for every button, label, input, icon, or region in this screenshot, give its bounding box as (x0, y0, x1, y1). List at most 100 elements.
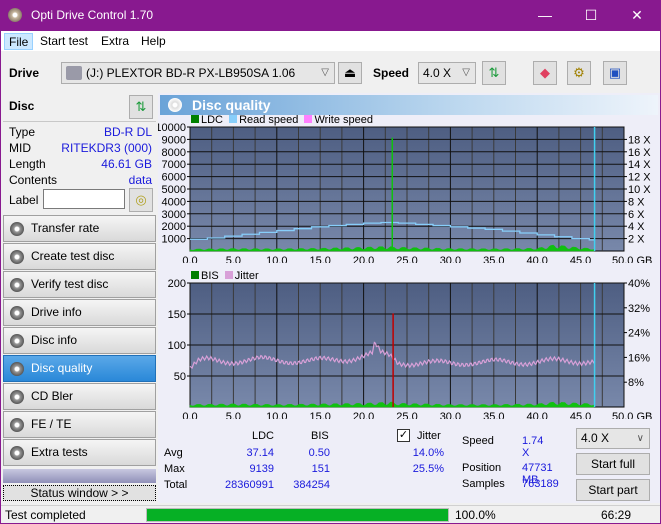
x-tick-label: 50.0 GB (612, 255, 652, 263)
nav-verify-test-disc[interactable]: Verify test disc (3, 271, 156, 298)
disc-gear-icon (10, 222, 24, 236)
disc-label-button[interactable]: ◎ (129, 188, 153, 212)
y-left-tick-label: 150 (168, 309, 186, 321)
close-button[interactable]: ✕ (614, 0, 660, 31)
y-right-tick-label: 8% (628, 377, 644, 389)
x-tick-label: 40.0 (526, 255, 547, 263)
disc-gear-icon (10, 278, 24, 292)
disc-info-box: Disc ⇅ Type BD-R DL MID RITEKDR3 (000) L… (3, 93, 156, 213)
nav-label: Disc info (31, 333, 78, 347)
nav-create-test-disc[interactable]: Create test disc (3, 243, 156, 270)
title-bar: Opti Drive Control 1.70 — ☐ ✕ (1, 0, 660, 31)
legend-swatch-write (304, 115, 313, 123)
nav-disc-quality[interactable]: Disc quality (3, 355, 156, 382)
save-button[interactable]: ▣ (603, 61, 627, 85)
refresh-arrows-icon: ⇅ (135, 99, 147, 114)
y-left-tick-label: 50 (174, 371, 186, 383)
y-right-tick-label: 16 X (628, 147, 651, 159)
disc-gear-icon (10, 390, 24, 404)
speed-value: 1.74 X (522, 435, 544, 459)
chevron-down-icon: ▽ (321, 67, 329, 78)
nav-fe-te[interactable]: FE / TE (3, 411, 156, 438)
legend-swatch-ldc (191, 115, 199, 123)
x-tick-label: 30.0 (440, 411, 461, 419)
total-label: Total (164, 479, 188, 491)
drive-select[interactable]: (J:) PLEXTOR BD-R PX-LB950SA 1.06 ▽ (61, 62, 335, 84)
samples-label: Samples (462, 478, 505, 490)
disc-gear-icon (10, 306, 24, 320)
menu-file[interactable]: File (4, 33, 34, 50)
x-tick-label: 25.0 (396, 411, 417, 419)
status-window-button[interactable]: Status window > > (3, 485, 156, 501)
y-right-tick-label: 18 X (628, 134, 651, 146)
y-right-tick-label: 12 X (628, 172, 651, 184)
y-left-tick-label: 10000 (158, 123, 186, 134)
x-tick-label: 15.0 (309, 411, 330, 419)
app-disc-icon (8, 8, 22, 22)
contents-value: data (128, 173, 152, 187)
refresh-button[interactable]: ⇅ (482, 61, 506, 85)
samples-value: 763189 (522, 478, 559, 490)
speed-label: Speed (462, 435, 494, 447)
nav-transfer-rate[interactable]: Transfer rate (3, 215, 156, 242)
y-left-tick-label: 3000 (162, 209, 186, 221)
mid-value: RITEKDR3 (000) (61, 141, 152, 155)
nav-extra-tests[interactable]: Extra tests (3, 439, 156, 466)
label-input[interactable] (43, 189, 125, 209)
status-text: Test completed (5, 508, 86, 522)
x-tick-label: 15.0 (309, 255, 330, 263)
settings-button[interactable]: ⚙ (567, 61, 591, 85)
drive-label: Drive (9, 66, 40, 80)
floppy-disk-icon: ▣ (608, 65, 622, 80)
nav-label: Disc quality (31, 361, 93, 375)
disc-gear-icon (10, 250, 24, 264)
total-bis: 384254 (293, 479, 330, 491)
type-value: BD-R DL (103, 125, 152, 139)
col-bis: BIS (311, 430, 329, 442)
maximize-button[interactable]: ☐ (568, 0, 614, 31)
nav-cd-bler[interactable]: CD Bler (3, 383, 156, 410)
nav-label: FE / TE (31, 417, 72, 431)
test-speed-select[interactable]: 4.0 X ∨ (576, 428, 650, 449)
menu-help[interactable]: Help (137, 33, 170, 50)
y-left-tick-label: 200 (168, 279, 186, 290)
nav-footer (3, 469, 156, 483)
x-tick-label: 45.0 (570, 255, 591, 263)
y-right-tick-label: 6 X (628, 209, 645, 221)
avg-jitter: 14.0% (412, 447, 444, 459)
erase-button[interactable]: ◆ (533, 61, 557, 85)
disc-gear-icon (10, 418, 24, 432)
menu-start-test[interactable]: Start test (36, 33, 92, 50)
eject-icon: ⏏ (343, 65, 357, 80)
start-part-button[interactable]: Start part (576, 479, 650, 501)
menu-extra[interactable]: Extra (97, 33, 133, 50)
x-tick-label: 30.0 (440, 255, 461, 263)
legend-swatch-bis (191, 271, 199, 279)
y-left-tick-label: 5000 (162, 184, 186, 196)
y-right-tick-label: 16% (628, 352, 650, 364)
max-ldc: 9139 (249, 463, 274, 475)
disc-refresh-button[interactable]: ⇅ (129, 95, 153, 119)
panel-header: Disc quality (160, 95, 658, 115)
divider (3, 121, 156, 122)
x-tick-label: 50.0 GB (612, 411, 652, 419)
y-right-tick-label: 4 X (628, 221, 645, 233)
speed-select[interactable]: 4.0 X ▽ (418, 62, 476, 84)
nav-disc-info[interactable]: Disc info (3, 327, 156, 354)
nav-label: Verify test disc (31, 277, 109, 291)
avg-bis: 0.50 (308, 447, 330, 459)
ldc-chart: 1000090008000700060005000400030002000100… (158, 123, 652, 263)
start-full-button[interactable]: Start full (576, 453, 650, 475)
progress-bar (146, 508, 449, 522)
y-right-tick-label: 2 X (628, 234, 645, 246)
contents-label: Contents (9, 173, 58, 187)
jitter-label: Jitter (417, 430, 441, 442)
app-window: Opti Drive Control 1.70 — ☐ ✕ File Start… (1, 0, 660, 523)
length-value: 46.61 GB (101, 157, 152, 171)
eject-button[interactable]: ⏏ (338, 62, 362, 84)
elapsed-time: 66:29 (601, 508, 632, 522)
nav-drive-info[interactable]: Drive info (3, 299, 156, 326)
jitter-checkbox[interactable]: ✓ (397, 429, 410, 442)
minimize-button[interactable]: — (522, 0, 568, 31)
x-tick-label: 20.0 (353, 411, 374, 419)
